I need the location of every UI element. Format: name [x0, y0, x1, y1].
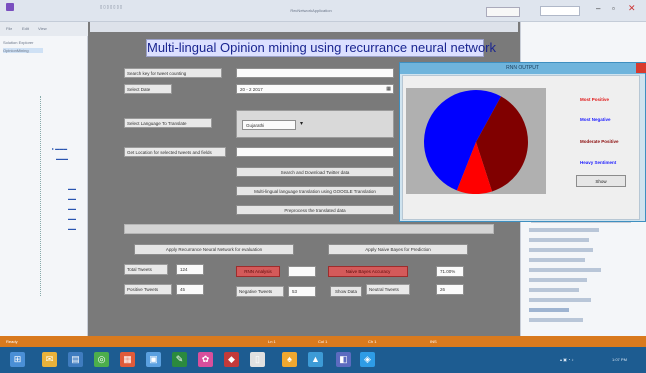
file-list-item[interactable] — [529, 258, 585, 262]
taskbar-app-icon[interactable]: ▤ — [68, 352, 83, 367]
ide-search-hint: ▯ ▯ ▯ ▯ ▯ ▯ ▯ — [100, 4, 123, 9]
taskbar-app-icon[interactable]: ✉ — [42, 352, 57, 367]
file-list-item[interactable] — [529, 318, 583, 322]
apply-naive-bayes-button[interactable]: Apply Naive Bayes for Prediction — [328, 244, 468, 255]
taskbar-app-icon[interactable]: ♠ — [282, 352, 297, 367]
code-line: ▬▬ — [68, 206, 76, 211]
positive-tweets-label: Positive Tweets — [124, 284, 172, 295]
rnn-accuracy-value[interactable] — [288, 266, 316, 277]
start-icon[interactable]: ⊞ — [10, 352, 25, 367]
taskbar-app-icon[interactable]: ◧ — [336, 352, 351, 367]
ide-window-title: RecNetworkApplication — [290, 8, 332, 13]
ide-statusbar: Ready Ln 1 Col 1 Ch 1 INS — [0, 336, 646, 347]
file-list-item[interactable] — [529, 288, 579, 292]
taskbar-app-icon[interactable]: ▣ — [146, 352, 161, 367]
code-line: ▬▬ — [68, 226, 76, 231]
taskbar-app-icon[interactable]: ▦ — [120, 352, 135, 367]
close-icon[interactable]: ✕ — [628, 3, 636, 14]
search-download-button[interactable]: Search and Download Twitter data — [236, 167, 394, 177]
ide-titlebar: ▯ ▯ ▯ ▯ ▯ ▯ ▯ RecNetworkApplication – ▫ … — [0, 0, 646, 22]
status-col: Col 1 — [318, 339, 328, 344]
language-label: Select Language To Translate — [124, 118, 212, 128]
page-title: Multi-lingual Opinion mining using recur… — [146, 39, 497, 57]
legend-item-most-negative: Most Negative — [580, 117, 611, 122]
date-picker[interactable]: 20 - 2 2017 ▦ — [236, 84, 394, 94]
quick-launch-input[interactable] — [486, 7, 520, 17]
dialog-title: RNN OUTPUT — [400, 63, 645, 74]
total-tweets-label: Total Tweets — [124, 264, 168, 275]
date-value: 20 - 2 2017 — [240, 87, 263, 92]
negative-tweets-label: Negative Tweets — [236, 286, 284, 297]
location-input[interactable] — [236, 147, 394, 157]
apply-rnn-button[interactable]: Apply Recurrance Neural Network for eval… — [134, 244, 294, 255]
divider — [531, 222, 631, 223]
tray-icons[interactable]: ▴ ▣ ◔ ♪ — [560, 357, 574, 362]
nb-results-button[interactable]: Naive Bayes Accuracy — [328, 266, 408, 277]
code-line: ▬▬ — [68, 186, 76, 191]
status-line: Ln 1 — [268, 339, 276, 344]
menu-file[interactable]: File — [6, 26, 12, 31]
code-line: ▬▬ — [68, 196, 76, 201]
taskbar-app-icon[interactable]: ▲ — [308, 352, 323, 367]
ide-search-input[interactable] — [540, 6, 580, 16]
file-list-item[interactable] — [529, 298, 591, 302]
taskbar-app-icon[interactable]: ◎ — [94, 352, 109, 367]
ide-menubar: File Edit View — [0, 22, 88, 36]
language-select[interactable]: Gujarathi — [242, 120, 296, 130]
file-list-item[interactable] — [529, 228, 599, 232]
status-text: Ready — [6, 339, 18, 344]
tree-guide-line — [40, 96, 41, 296]
legend-item-most-positive: Most Positive — [580, 97, 610, 102]
rnn-results-button[interactable]: RNN Analysis — [236, 266, 280, 277]
solution-explorer-panel: Solution Explorer OpinionMining ▸ ▬▬▬ ▬▬… — [0, 36, 88, 336]
file-list-item[interactable] — [529, 278, 587, 282]
pie-chart — [424, 90, 528, 194]
maximize-icon[interactable]: ▫ — [612, 4, 615, 13]
minimize-icon[interactable]: – — [596, 4, 600, 13]
file-list-item[interactable] — [529, 248, 593, 252]
total-tweets-value[interactable]: 124 — [176, 264, 204, 275]
neutral-tweets-value[interactable]: 26 — [436, 284, 464, 295]
date-label: Select Date — [124, 84, 172, 94]
neutral-tweets-label: Neutral Tweets — [366, 284, 410, 295]
status-ins: INS — [430, 339, 437, 344]
dialog-close-icon[interactable] — [636, 63, 646, 73]
chevron-down-icon[interactable]: ▾ — [300, 120, 303, 127]
keyword-input[interactable] — [236, 68, 394, 78]
show-data-button[interactable]: Show Data — [330, 286, 362, 297]
calendar-icon[interactable]: ▦ — [386, 85, 391, 94]
progress-divider — [124, 224, 494, 234]
taskbar-app-icon[interactable]: ▯ — [250, 352, 265, 367]
clock: 1:07 PM — [612, 357, 627, 362]
legend-item-moderate-positive: Moderate Positive — [580, 139, 619, 144]
menu-edit[interactable]: Edit — [22, 26, 29, 31]
nb-accuracy-value[interactable]: 71.00% — [436, 266, 464, 277]
taskbar-app-icon[interactable]: ✎ — [172, 352, 187, 367]
tree-item-root[interactable]: OpinionMining — [3, 48, 43, 53]
taskbar-app-icon[interactable]: ◆ — [224, 352, 239, 367]
positive-tweets-value[interactable]: 45 — [176, 284, 204, 295]
code-line: ▸ ▬▬▬ — [52, 146, 68, 151]
keyword-label: Search key for tweet counting — [124, 68, 222, 78]
code-line: ▬▬▬ — [56, 156, 68, 161]
code-line: ▬▬ — [68, 216, 76, 221]
status-ch: Ch 1 — [368, 339, 377, 344]
preprocess-button[interactable]: Preprocess the translated data — [236, 205, 394, 215]
file-list-item[interactable] — [529, 268, 601, 272]
menu-view[interactable]: View — [38, 26, 47, 31]
solution-explorer-label: Solution Explorer — [3, 40, 34, 45]
negative-tweets-value[interactable]: 53 — [288, 286, 316, 297]
form-titlebar — [90, 22, 518, 32]
location-label: Get Location for selected tweets and fie… — [124, 147, 226, 157]
legend-item-heavy-sentiment: Heavy Sentiment — [580, 160, 617, 165]
translate-button[interactable]: Multi-lingual language translation using… — [236, 186, 394, 196]
file-list-item[interactable] — [529, 238, 589, 242]
language-value: Gujarathi — [246, 123, 265, 128]
taskbar-app-icon[interactable]: ✿ — [198, 352, 213, 367]
taskbar-app-icon[interactable]: ◈ — [360, 352, 375, 367]
file-list-item-selected[interactable] — [529, 308, 569, 312]
ide-logo-icon — [6, 3, 14, 11]
dialog-show-button[interactable]: Show — [576, 175, 626, 187]
